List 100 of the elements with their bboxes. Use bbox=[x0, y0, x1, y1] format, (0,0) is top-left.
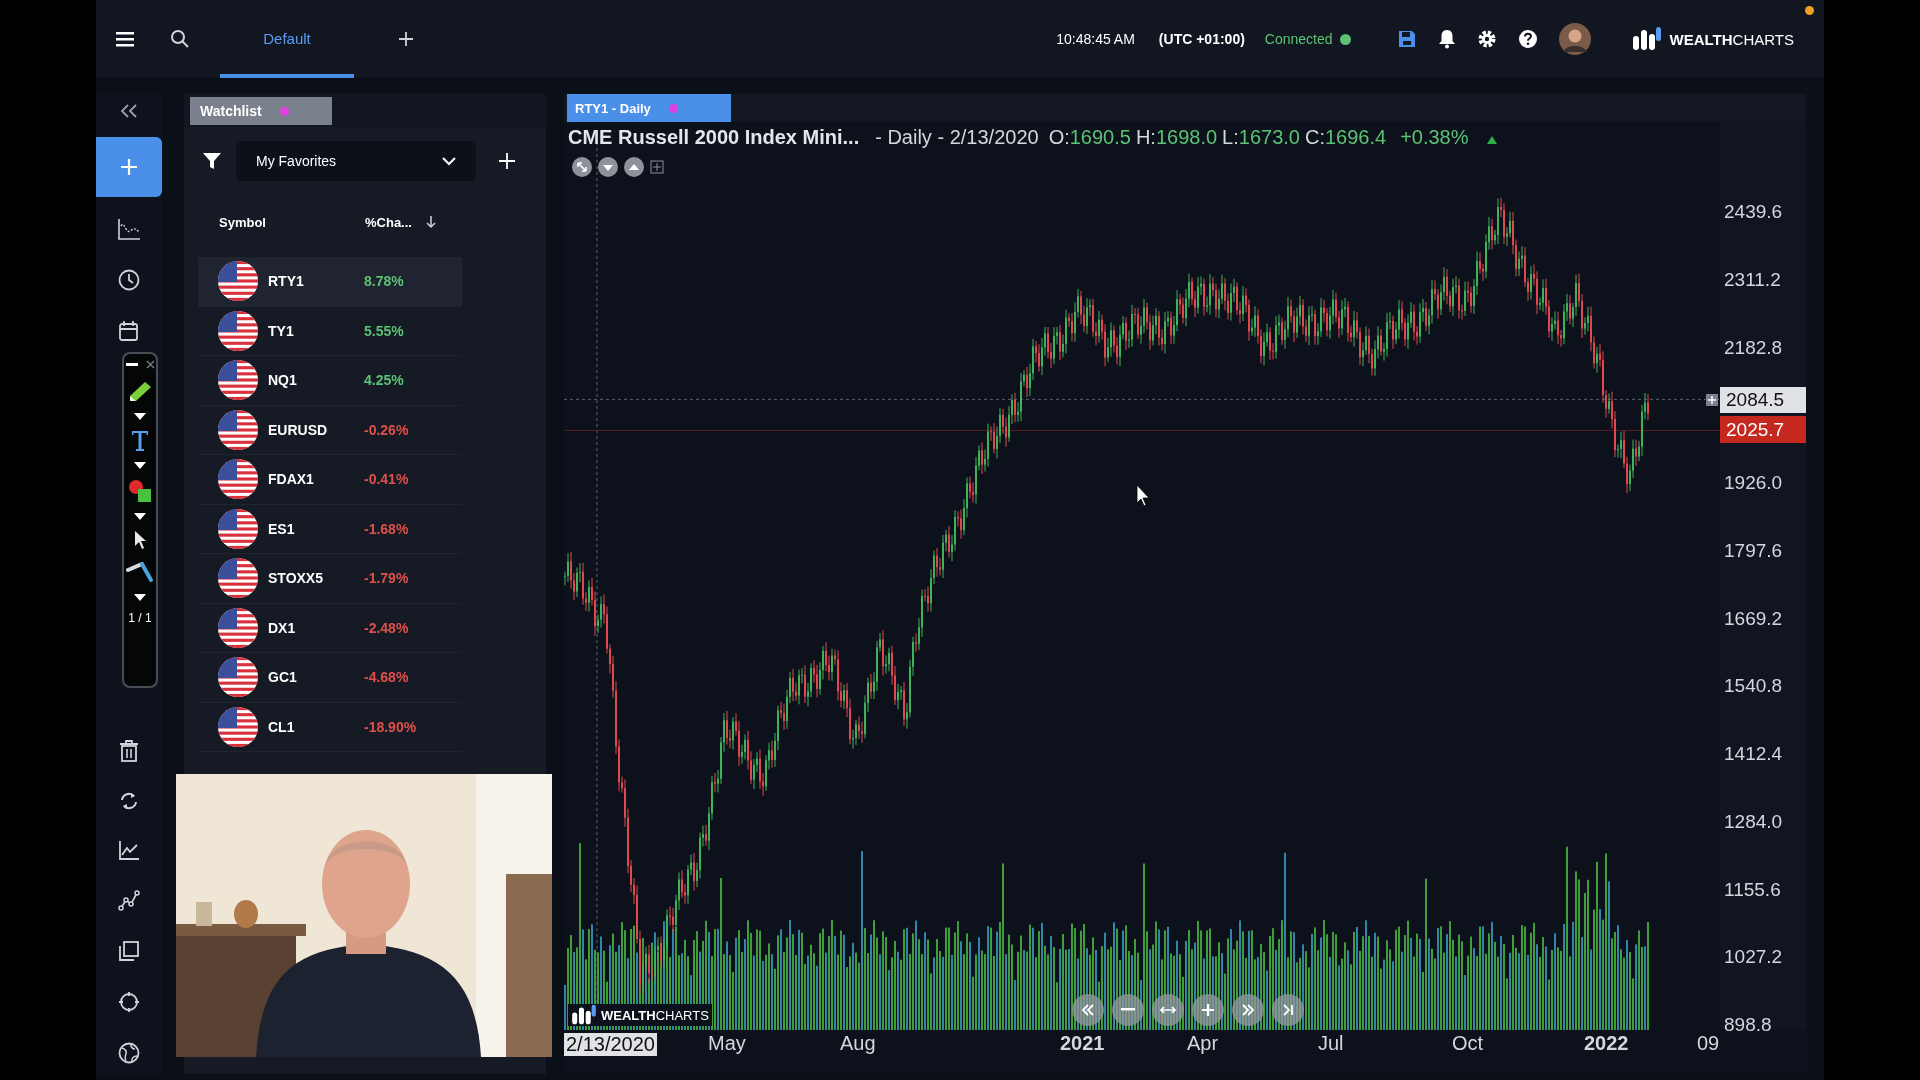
menu-icon[interactable] bbox=[116, 31, 136, 47]
globe-icon[interactable] bbox=[118, 1042, 140, 1064]
indicator-icon[interactable] bbox=[117, 218, 141, 240]
watchlist-row[interactable]: EURUSD -0.26% bbox=[198, 405, 462, 455]
time-label: Oct bbox=[1452, 1032, 1484, 1055]
pointer-icon[interactable] bbox=[133, 530, 147, 550]
save-icon[interactable] bbox=[1396, 29, 1417, 49]
change-text: 8.78% bbox=[364, 273, 404, 290]
price-label: 1412.4 bbox=[1723, 742, 1784, 766]
sort-arrow-icon[interactable] bbox=[425, 215, 436, 229]
text-tool-icon[interactable] bbox=[131, 430, 149, 452]
symbol-text: NQ1 bbox=[268, 372, 298, 389]
avatar-icon[interactable] bbox=[1558, 23, 1591, 55]
flag-icon bbox=[218, 657, 258, 698]
watchlist-row[interactable]: ES1 -1.68% bbox=[198, 504, 462, 554]
flag-icon bbox=[218, 409, 258, 450]
refresh-icon[interactable] bbox=[119, 791, 139, 811]
time-label: Apr bbox=[1187, 1032, 1219, 1055]
crosshair-icon[interactable] bbox=[118, 991, 140, 1013]
move-up-icon[interactable] bbox=[624, 157, 644, 177]
flag-icon bbox=[218, 706, 258, 747]
symbol-text: GC1 bbox=[268, 669, 298, 686]
ohlc-value: 1673.0 bbox=[1238, 126, 1300, 149]
bell-icon[interactable] bbox=[1437, 29, 1456, 49]
price-label: 1284.0 bbox=[1723, 809, 1784, 834]
time-label: Jul bbox=[1318, 1032, 1344, 1055]
watchlist-tab[interactable]: Watchlist bbox=[190, 97, 332, 125]
interval-date: - Daily - 2/13/2020 bbox=[875, 126, 1039, 149]
time-label: 2022 bbox=[1584, 1032, 1629, 1055]
filter-icon[interactable] bbox=[202, 152, 222, 170]
watchlist-row[interactable]: DX1 -2.48% bbox=[198, 603, 462, 653]
watchlist-row[interactable]: RTY1 8.78% bbox=[198, 257, 462, 307]
change-text: 4.25% bbox=[364, 372, 404, 389]
line-tool-icon[interactable] bbox=[126, 560, 154, 584]
price-label: 1669.2 bbox=[1723, 606, 1784, 631]
help-icon[interactable] bbox=[1517, 29, 1538, 49]
add-pane-icon[interactable] bbox=[650, 160, 664, 174]
watchlist-row[interactable]: FDAX1 -0.41% bbox=[198, 455, 462, 505]
page-indicator: 1 / 1 bbox=[128, 611, 152, 625]
move-down-icon[interactable] bbox=[598, 157, 618, 177]
scroll-forward-button[interactable] bbox=[1232, 994, 1264, 1026]
plus-icon bbox=[1201, 1003, 1215, 1017]
node-line-icon[interactable] bbox=[118, 889, 140, 911]
watchlist-row[interactable]: STOXX5 -1.79% bbox=[198, 554, 462, 604]
flag-icon bbox=[218, 310, 258, 351]
search-icon[interactable] bbox=[170, 29, 190, 49]
settings-icon[interactable] bbox=[1476, 29, 1497, 49]
collapse-icon[interactable] bbox=[120, 104, 138, 118]
flag-icon bbox=[218, 558, 258, 599]
minimize-icon[interactable] bbox=[125, 362, 138, 367]
logo-wordmark: WEALTHCHARTS bbox=[1669, 30, 1794, 48]
plus-icon bbox=[119, 157, 139, 177]
clock-icon[interactable] bbox=[118, 269, 140, 291]
watchlist-row[interactable]: TY1 5.55% bbox=[198, 306, 462, 356]
symbol-text: ES1 bbox=[268, 520, 296, 537]
list-dropdown[interactable]: My Favorites bbox=[236, 141, 476, 181]
flag-icon bbox=[218, 607, 258, 648]
symbol-text: CL1 bbox=[268, 718, 296, 735]
ohlc-label: O: bbox=[1048, 126, 1070, 149]
calendar-icon[interactable] bbox=[118, 320, 140, 342]
column-header[interactable]: %Cha... bbox=[365, 214, 412, 230]
copy-icon[interactable] bbox=[118, 940, 140, 962]
watchlist-row[interactable]: NQ1 4.25% bbox=[198, 356, 462, 406]
layout-tab[interactable]: Default bbox=[220, 0, 354, 78]
ohlc-value: 1698.0 bbox=[1155, 126, 1218, 149]
pencil-icon[interactable] bbox=[127, 379, 153, 403]
watchlist-row[interactable]: GC1 -4.68% bbox=[198, 653, 462, 703]
caret-icon[interactable] bbox=[134, 513, 146, 520]
flag-icon bbox=[218, 360, 258, 401]
add-icon[interactable] bbox=[398, 31, 414, 47]
change-text: -0.41% bbox=[364, 471, 409, 488]
flag-icon bbox=[218, 459, 258, 500]
instrument-name: CME Russell 2000 Index Mini... bbox=[568, 126, 860, 149]
price-label: 1027.2 bbox=[1723, 945, 1784, 970]
symbol-text: TY1 bbox=[268, 322, 295, 339]
watchlist-row[interactable]: CL1 -18.90% bbox=[198, 702, 462, 752]
connection-status: Connected bbox=[1264, 31, 1333, 47]
trash-icon[interactable] bbox=[119, 740, 139, 762]
caret-icon[interactable] bbox=[134, 594, 146, 601]
logo-icon bbox=[571, 1004, 597, 1026]
shapes-icon[interactable] bbox=[127, 479, 153, 503]
column-header[interactable]: Symbol bbox=[219, 214, 351, 230]
caret-icon[interactable] bbox=[134, 462, 146, 469]
time-label: May bbox=[708, 1032, 746, 1055]
close-icon[interactable] bbox=[145, 360, 155, 369]
ohlc-value: 1696.4 bbox=[1324, 126, 1387, 149]
caret-icon[interactable] bbox=[134, 413, 146, 420]
time-label: 2021 bbox=[1060, 1032, 1105, 1055]
expand-icon[interactable] bbox=[572, 157, 592, 177]
plus-icon[interactable] bbox=[1706, 394, 1718, 406]
line-chart-icon[interactable] bbox=[118, 840, 140, 860]
ohlc-label: L: bbox=[1222, 126, 1239, 149]
change-text: -1.68% bbox=[364, 520, 409, 537]
flag-icon bbox=[218, 508, 258, 549]
price-label: 1926.0 bbox=[1723, 471, 1784, 495]
price-label: 898.8 bbox=[1723, 1013, 1773, 1037]
ohlc-label: C: bbox=[1304, 126, 1325, 149]
zoom-out-button[interactable] bbox=[1112, 994, 1144, 1026]
horizontal-arrows-icon bbox=[1160, 1005, 1176, 1015]
notification-dot bbox=[1805, 6, 1814, 15]
